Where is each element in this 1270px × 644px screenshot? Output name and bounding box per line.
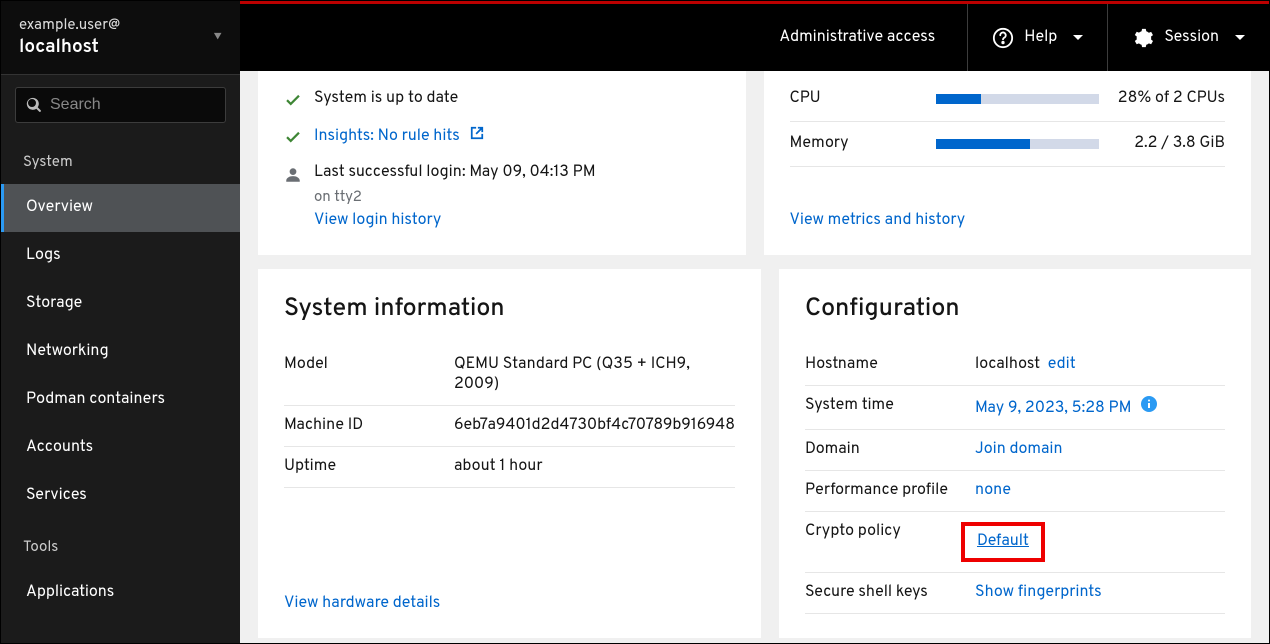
memory-bar (936, 139, 1100, 149)
health-card: System is up to date Insights: No rule h… (258, 71, 746, 255)
uptime-label: Uptime (284, 457, 454, 477)
nav-overview[interactable]: Overview (1, 184, 240, 232)
session-menu[interactable]: Session (1107, 4, 1269, 71)
sysinfo-title: System information (284, 293, 735, 325)
search-input-wrapper[interactable] (15, 87, 226, 123)
health-uptodate: System is up to date (314, 89, 458, 109)
view-hardware-link[interactable]: View hardware details (284, 594, 440, 614)
last-login: Last successful login: May 09, 04:13 PM (314, 163, 596, 183)
crypto-highlight: Default (961, 522, 1045, 562)
hostname-edit-link[interactable]: edit (1048, 355, 1076, 375)
nav-applications[interactable]: Applications (1, 569, 240, 617)
crypto-policy-link[interactable]: Default (977, 532, 1029, 552)
hostname-value: localhost (975, 355, 1040, 375)
user-icon (284, 166, 302, 184)
search-input[interactable] (50, 96, 215, 114)
help-icon (992, 27, 1014, 49)
uptime-value: about 1 hour (454, 457, 735, 477)
memory-value: 2.2 / 3.8 GiB (1115, 134, 1225, 154)
current-host: localhost (19, 36, 120, 60)
nav-storage[interactable]: Storage (1, 280, 240, 328)
check-icon (284, 129, 302, 147)
crypto-label: Crypto policy (805, 522, 975, 562)
external-link-icon (470, 126, 484, 140)
current-user: example.user@ (19, 15, 120, 36)
last-login-tty: on tty2 (314, 188, 720, 207)
chevron-down-icon (1235, 35, 1245, 40)
check-icon (284, 92, 302, 110)
model-label: Model (284, 355, 454, 395)
admin-access-label: Administrative access (779, 28, 935, 48)
config-card: Configuration Hostname localhost edit Sy… (779, 269, 1251, 638)
machineid-label: Machine ID (284, 416, 454, 436)
info-icon (1141, 396, 1157, 412)
cpu-bar (936, 94, 1100, 104)
view-login-history-link[interactable]: View login history (314, 211, 720, 231)
help-menu[interactable]: Help (967, 4, 1107, 71)
nav-networking[interactable]: Networking (1, 328, 240, 376)
memory-label: Memory (790, 134, 920, 154)
topbar: Administrative access Help Session (240, 1, 1269, 71)
ssh-fingerprints-link[interactable]: Show fingerprints (975, 583, 1102, 603)
insights-link[interactable]: Insights: No rule hits (314, 126, 484, 147)
cpu-value: 28% of 2 CPUs (1115, 89, 1225, 109)
chevron-down-icon: ▼ (213, 31, 222, 45)
config-title: Configuration (805, 293, 1225, 325)
nav-services[interactable]: Services (1, 472, 240, 520)
nav-logs[interactable]: Logs (1, 232, 240, 280)
model-value: QEMU Standard PC (Q35 + ICH9, 2009) (454, 355, 735, 395)
view-metrics-link[interactable]: View metrics and history (790, 211, 966, 231)
gear-icon (1132, 27, 1154, 49)
search-icon (26, 97, 42, 113)
hostname-label: Hostname (805, 355, 975, 375)
admin-access-button[interactable]: Administrative access (755, 4, 967, 71)
perfprofile-label: Performance profile (805, 481, 975, 501)
sysinfo-card: System information ModelQEMU Standard PC… (258, 269, 761, 638)
ssh-label: Secure shell keys (805, 583, 975, 603)
machineid-value: 6eb7a9401d2d4730bf4c70789b916948 (454, 416, 735, 436)
nav-section-system: System (1, 141, 240, 184)
usage-card: CPU 28% of 2 CPUs Memory 2.2 / 3.8 GiB V… (764, 71, 1252, 255)
nav-section-tools: Tools (1, 526, 240, 569)
systime-link[interactable]: May 9, 2023, 5:28 PM (975, 399, 1131, 419)
join-domain-link[interactable]: Join domain (975, 440, 1062, 460)
cpu-label: CPU (790, 89, 920, 109)
perfprofile-link[interactable]: none (975, 481, 1011, 501)
sidebar: example.user@ localhost ▼ System Overvie… (1, 1, 240, 643)
chevron-down-icon (1073, 35, 1083, 40)
session-label: Session (1164, 28, 1219, 48)
host-switcher[interactable]: example.user@ localhost ▼ (1, 1, 240, 75)
nav-podman[interactable]: Podman containers (1, 376, 240, 424)
help-label: Help (1024, 28, 1057, 48)
domain-label: Domain (805, 440, 975, 460)
nav-accounts[interactable]: Accounts (1, 424, 240, 472)
systime-label: System time (805, 396, 975, 419)
